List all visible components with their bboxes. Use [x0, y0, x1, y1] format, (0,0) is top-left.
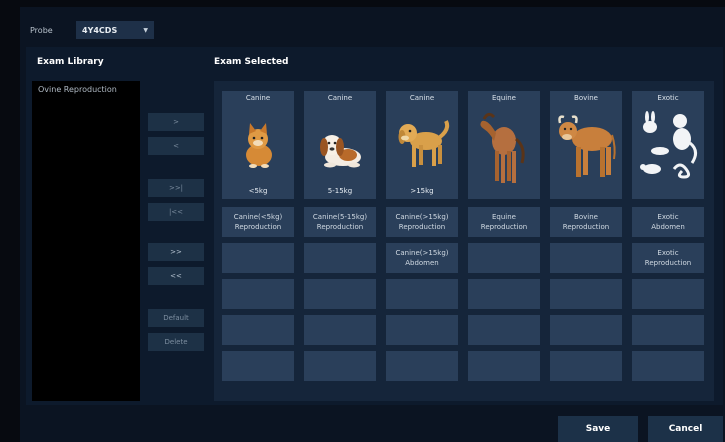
main-panel: Exam Library Exam Selected Ovine Reprodu…	[26, 47, 723, 405]
exam-cell[interactable]	[222, 315, 294, 345]
exam-cell[interactable]	[222, 351, 294, 381]
probe-row: Probe 4Y4CDS ▼	[30, 21, 154, 39]
library-item-ovine-reproduction[interactable]: Ovine Reproduction	[32, 81, 140, 98]
exam-library-list[interactable]: Ovine Reproduction	[32, 81, 140, 401]
delete-button[interactable]: Delete	[148, 333, 204, 351]
exam-cell[interactable]	[386, 351, 458, 381]
exotic-animals-icon	[640, 111, 697, 179]
save-button[interactable]: Save	[558, 416, 638, 442]
animal-tile-weight: 5-15kg	[327, 187, 353, 195]
probe-value: 4Y4CDS	[82, 25, 118, 35]
exam-cell[interactable]: Canine(<5kg) Reproduction	[222, 207, 294, 237]
probe-select[interactable]: 4Y4CDS ▼	[76, 21, 154, 39]
exam-cell[interactable]	[632, 279, 704, 309]
exam-cell[interactable]: Exotic Abdomen	[632, 207, 704, 237]
animal-tile-equine[interactable]: Equine	[468, 91, 540, 199]
exam-cell[interactable]	[550, 279, 622, 309]
animal-tile-exotic[interactable]: Exotic	[632, 91, 704, 199]
move-right-button[interactable]: >	[148, 113, 204, 131]
exam-cell[interactable]	[222, 243, 294, 273]
animal-tile-bovine[interactable]: Bovine	[550, 91, 622, 199]
animal-tile-canine-small[interactable]: Canine <5kg	[222, 91, 294, 199]
animal-tile-title: Canine	[409, 94, 435, 102]
exam-cell[interactable]: Bovine Reproduction	[550, 207, 622, 237]
exam-cell[interactable]	[550, 351, 622, 381]
chevron-down-icon: ▼	[143, 26, 148, 34]
move-first-button[interactable]: |<<	[148, 203, 204, 221]
exam-library-title: Exam Library	[37, 57, 104, 67]
medium-dog-icon	[320, 135, 361, 168]
large-dog-icon	[398, 120, 450, 167]
exam-cell[interactable]	[550, 315, 622, 345]
animal-tile-weight: <5kg	[248, 187, 268, 195]
animal-tile-title: Canine	[245, 94, 271, 102]
animal-tile-title: Exotic	[657, 94, 679, 102]
exam-cell[interactable]	[632, 351, 704, 381]
exam-cell[interactable]	[468, 243, 540, 273]
exam-selected-panel: Canine <5kg Canine 5-15kg Canine >15kg E…	[214, 81, 714, 401]
exam-cell[interactable]: Canine(>15kg) Reproduction	[386, 207, 458, 237]
animal-tile-canine-medium[interactable]: Canine 5-15kg	[304, 91, 376, 199]
exam-cell[interactable]: Equine Reproduction	[468, 207, 540, 237]
exam-cell[interactable]	[386, 315, 458, 345]
horse-icon	[480, 112, 525, 183]
exam-cell[interactable]	[304, 279, 376, 309]
animal-tile-title: Equine	[492, 94, 516, 102]
exam-cell[interactable]	[304, 351, 376, 381]
exam-cell[interactable]: Canine(>15kg) Abdomen	[386, 243, 458, 273]
exam-cell[interactable]	[468, 315, 540, 345]
exam-cell[interactable]	[632, 315, 704, 345]
exam-cell[interactable]	[386, 279, 458, 309]
exam-cell[interactable]	[222, 279, 294, 309]
animal-tile-weight: >15kg	[410, 187, 434, 195]
exam-config-dialog: Probe 4Y4CDS ▼ Exam Library Exam Selecte…	[20, 7, 725, 442]
move-last-button[interactable]: >>|	[148, 179, 204, 197]
animal-tile-title: Canine	[327, 94, 353, 102]
exam-cell[interactable]	[468, 351, 540, 381]
exam-cell[interactable]	[550, 243, 622, 273]
move-left-button[interactable]: <	[148, 137, 204, 155]
cancel-button[interactable]: Cancel	[648, 416, 723, 442]
exam-selected-title: Exam Selected	[214, 57, 289, 67]
move-all-left-button[interactable]: <<	[148, 267, 204, 285]
exam-cell[interactable]: Exotic Reproduction	[632, 243, 704, 273]
exam-cell[interactable]	[468, 279, 540, 309]
exam-cell[interactable]	[304, 243, 376, 273]
probe-label: Probe	[30, 25, 53, 35]
animal-tile-title: Bovine	[574, 94, 598, 102]
exam-cell[interactable]: Canine(5-15kg) Reproduction	[304, 207, 376, 237]
animal-tile-canine-large[interactable]: Canine >15kg	[386, 91, 458, 199]
exam-cell[interactable]	[304, 315, 376, 345]
cow-icon	[558, 115, 616, 177]
move-all-right-button[interactable]: >>	[148, 243, 204, 261]
default-button[interactable]: Default	[148, 309, 204, 327]
small-dog-icon	[246, 123, 272, 168]
